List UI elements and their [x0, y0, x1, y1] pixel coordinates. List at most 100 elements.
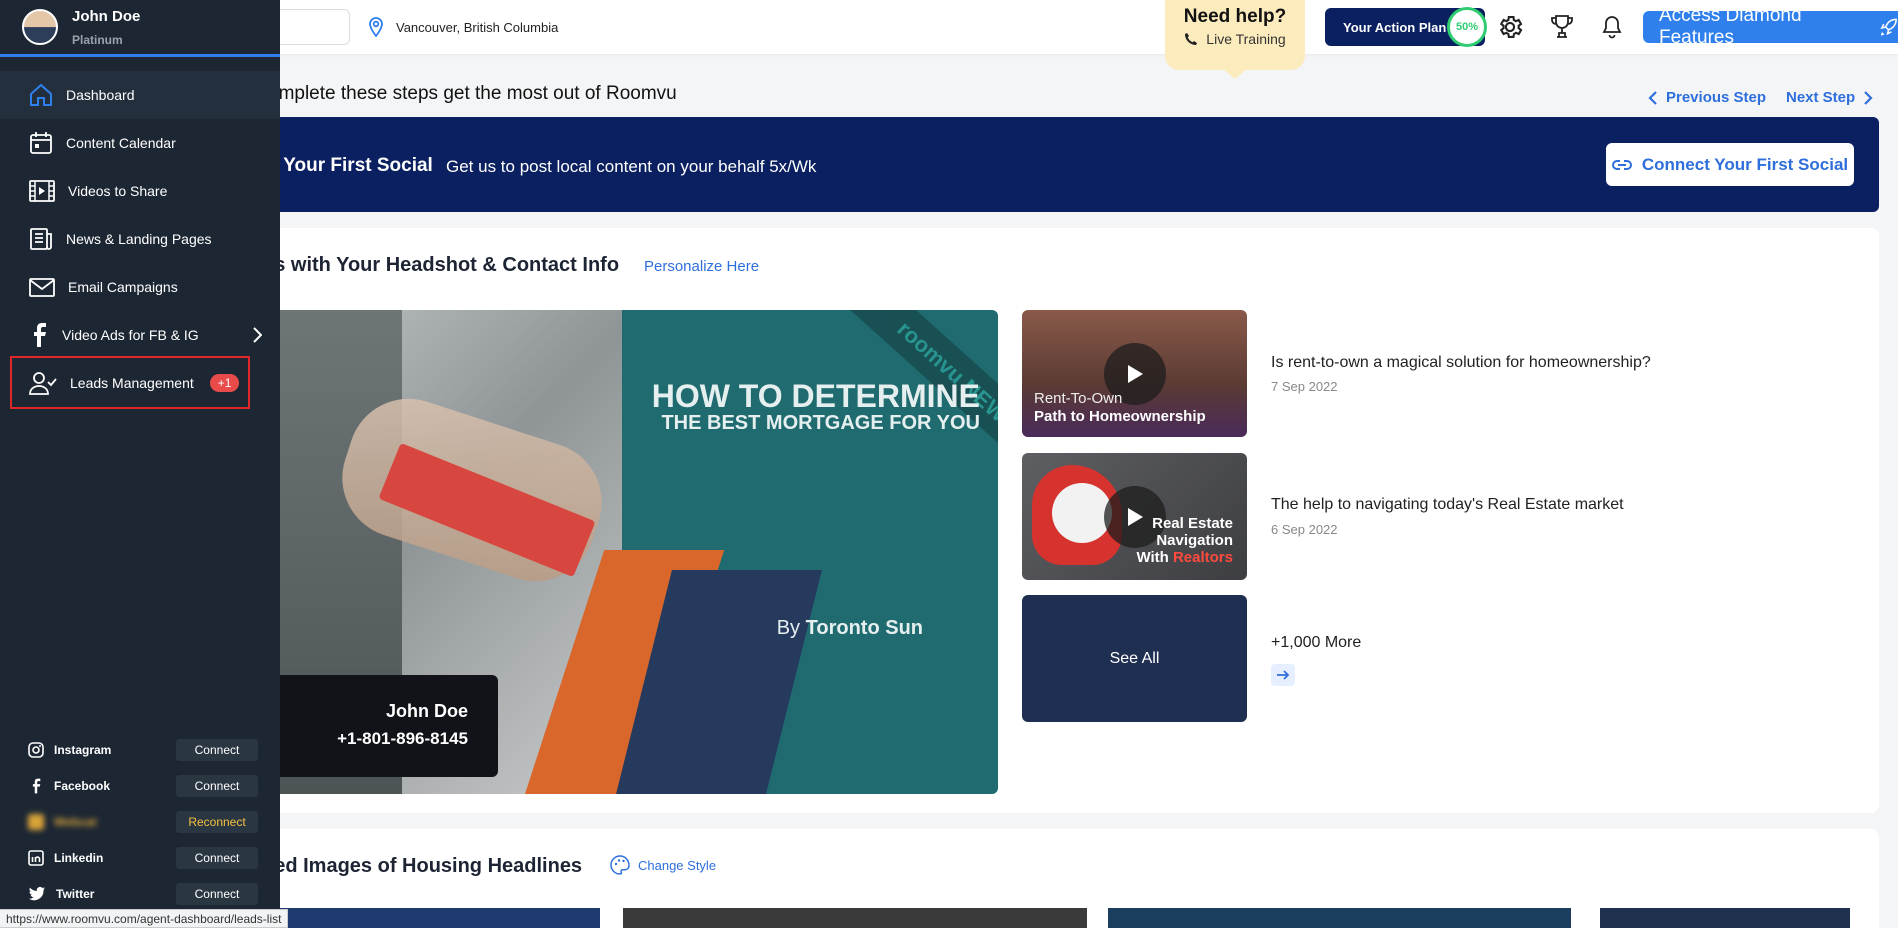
- status-bar-url: https://www.roomvu.com/agent-dashboard/l…: [0, 909, 289, 928]
- linkedin-icon: [28, 850, 44, 866]
- hero-contact-card: John Doe +1-801-896-8145: [262, 675, 498, 777]
- chevron-left-icon: [1648, 90, 1657, 105]
- sidebar-item-dashboard[interactable]: Dashboard: [0, 71, 280, 119]
- social-row-facebook: Facebook Connect: [28, 775, 258, 797]
- featured-video[interactable]: roomvu NEW HOW TO DETERMINE THE BEST MOR…: [262, 310, 998, 794]
- sidebar-item-label: Videos to Share: [68, 183, 168, 199]
- thumb-caption: Real Estate Navigation With Realtors: [1136, 515, 1233, 566]
- next-step-button[interactable]: Next Step: [1786, 89, 1873, 106]
- top-header: Vancouver, British Columbia Need help? L…: [0, 0, 1898, 79]
- hero-by-source: Toronto Sun: [805, 617, 923, 639]
- sidebar-item-videos-to-share[interactable]: Videos to Share: [0, 167, 280, 215]
- action-plan-label: Your Action Plan: [1343, 19, 1447, 35]
- facebook-connect-button[interactable]: Connect: [176, 775, 258, 797]
- facebook-icon: [34, 323, 46, 347]
- sidebar-item-label: Video Ads for FB & IG: [62, 327, 199, 343]
- hero-subheadline: THE BEST MORTGAGE FOR YOU: [661, 412, 980, 434]
- social-row-twitter: Twitter Connect: [28, 883, 258, 905]
- action-plan-button[interactable]: Your Action Plan 50%: [1325, 7, 1487, 47]
- instagram-connect-button[interactable]: Connect: [176, 739, 258, 761]
- images-section-title: ded Images of Housing Headlines: [262, 855, 583, 877]
- diamond-label: Access Diamond Features: [1659, 5, 1802, 48]
- videos-section-title: os with Your Headshot & Contact Info: [262, 254, 620, 276]
- hero-source: By Toronto Sun: [777, 617, 923, 640]
- social-label: Twitter: [56, 887, 95, 901]
- sidebar-item-news-landing-pages[interactable]: News & Landing Pages: [0, 215, 280, 263]
- change-style-label: Change Style: [638, 857, 717, 873]
- twitter-connect-button[interactable]: Connect: [176, 883, 258, 905]
- instagram-icon: [28, 742, 44, 758]
- location-text: Vancouver, British Columbia: [396, 19, 559, 35]
- reconnect-button[interactable]: Reconnect: [176, 811, 258, 833]
- social-label: Facebook: [54, 779, 111, 793]
- need-help-box[interactable]: Need help? Live Training: [1165, 0, 1305, 79]
- personalize-link[interactable]: Personalize Here: [644, 258, 759, 275]
- link-icon: [1611, 159, 1632, 170]
- envelope-icon: [29, 278, 55, 297]
- video-title[interactable]: Is rent-to-own a magical solution for ho…: [1271, 354, 1651, 372]
- connect-first-social-button[interactable]: Connect Your First Social: [1606, 143, 1854, 186]
- social-row-linkedin: Linkedin Connect: [28, 847, 258, 869]
- thumb-caption-realtors: Realtors: [1172, 549, 1233, 566]
- headline-image-thumb[interactable]: [280, 908, 600, 928]
- calendar-icon: [30, 132, 52, 154]
- avatar: [22, 9, 58, 45]
- arrow-right-icon[interactable]: [1271, 664, 1295, 686]
- thumb-caption-line1: Real Estate: [1152, 515, 1233, 532]
- connect-first-social-label: Connect Your First Social: [1641, 154, 1849, 174]
- chevron-right-icon: [1864, 90, 1873, 105]
- social-row-blurred: Webcat Reconnect: [28, 811, 258, 833]
- sidebar-item-label: Dashboard: [66, 87, 135, 103]
- headline-image-thumb[interactable]: [1600, 908, 1850, 928]
- bell-icon[interactable]: [1597, 12, 1627, 42]
- sidebar: John Doe Platinum Dashboard Content Cale…: [0, 0, 280, 928]
- sidebar-item-email-campaigns[interactable]: Email Campaigns: [0, 263, 280, 311]
- leads-management-highlight: [10, 356, 250, 409]
- social-row-instagram: Instagram Connect: [28, 739, 258, 761]
- action-plan-progress: 50%: [1447, 7, 1487, 47]
- connect-social-banner: t Your First Social Get us to post local…: [262, 117, 1879, 212]
- home-icon: [30, 83, 52, 106]
- video-date: 7 Sep 2022: [1271, 379, 1338, 394]
- help-title: Need help?: [1183, 6, 1287, 27]
- video-film-icon: [29, 180, 55, 202]
- headline-image-thumb[interactable]: [1108, 908, 1571, 928]
- headline-image-thumb[interactable]: [623, 908, 1087, 928]
- chevron-right-icon: [253, 327, 262, 343]
- video-thumbnail-navigation[interactable]: Real Estate Navigation With Realtors: [1022, 453, 1247, 580]
- rocket-icon: [1880, 18, 1897, 36]
- user-profile[interactable]: John Doe Platinum: [0, 0, 280, 57]
- video-thumbnail-rent-to-own[interactable]: Rent-To-Own Path to Homeownership: [1022, 310, 1247, 437]
- phone-icon: [1185, 33, 1198, 45]
- location-selector[interactable]: Vancouver, British Columbia: [368, 17, 558, 37]
- sidebar-item-label: News & Landing Pages: [66, 231, 212, 247]
- linkedin-connect-button[interactable]: Connect: [176, 847, 258, 869]
- change-style-link[interactable]: Change Style: [610, 855, 716, 875]
- next-step-label: Next Step: [1786, 89, 1856, 106]
- see-all-button[interactable]: See All: [1022, 595, 1247, 722]
- sidebar-item-video-ads[interactable]: Video Ads for FB & IG: [0, 311, 280, 359]
- map-pin-icon: [369, 17, 383, 37]
- hero-headline: HOW TO DETERMINE: [651, 378, 980, 414]
- social-label: Linkedin: [54, 851, 104, 865]
- banner-description: Get us to post local content on your beh…: [446, 157, 817, 176]
- social-label: Webcat: [54, 815, 97, 829]
- newspaper-icon: [30, 228, 52, 250]
- gear-icon[interactable]: [1495, 12, 1525, 42]
- video-title[interactable]: The help to navigating today's Real Esta…: [1271, 496, 1624, 514]
- palette-icon: [610, 855, 630, 875]
- thumb-caption-bold: Path to Homeownership: [1034, 408, 1206, 425]
- live-training-link[interactable]: Live Training: [1206, 31, 1285, 47]
- thumb-caption: Rent-To-Own: [1034, 390, 1123, 407]
- hero-contact-name: John Doe: [385, 701, 468, 721]
- thumb-caption-with: With: [1136, 549, 1169, 566]
- sidebar-item-label: Content Calendar: [66, 135, 176, 151]
- previous-step-button[interactable]: Previous Step: [1648, 89, 1766, 106]
- banner-title: t Your First Social: [272, 155, 433, 176]
- see-all-label: See All: [1109, 649, 1160, 667]
- trophy-icon[interactable]: [1547, 12, 1577, 42]
- access-diamond-button[interactable]: Access Diamond Features: [1643, 5, 1898, 48]
- steps-title: omplete these steps get the most out of …: [268, 83, 677, 104]
- thumb-caption-line2: Navigation: [1156, 532, 1233, 549]
- sidebar-item-content-calendar[interactable]: Content Calendar: [0, 119, 280, 167]
